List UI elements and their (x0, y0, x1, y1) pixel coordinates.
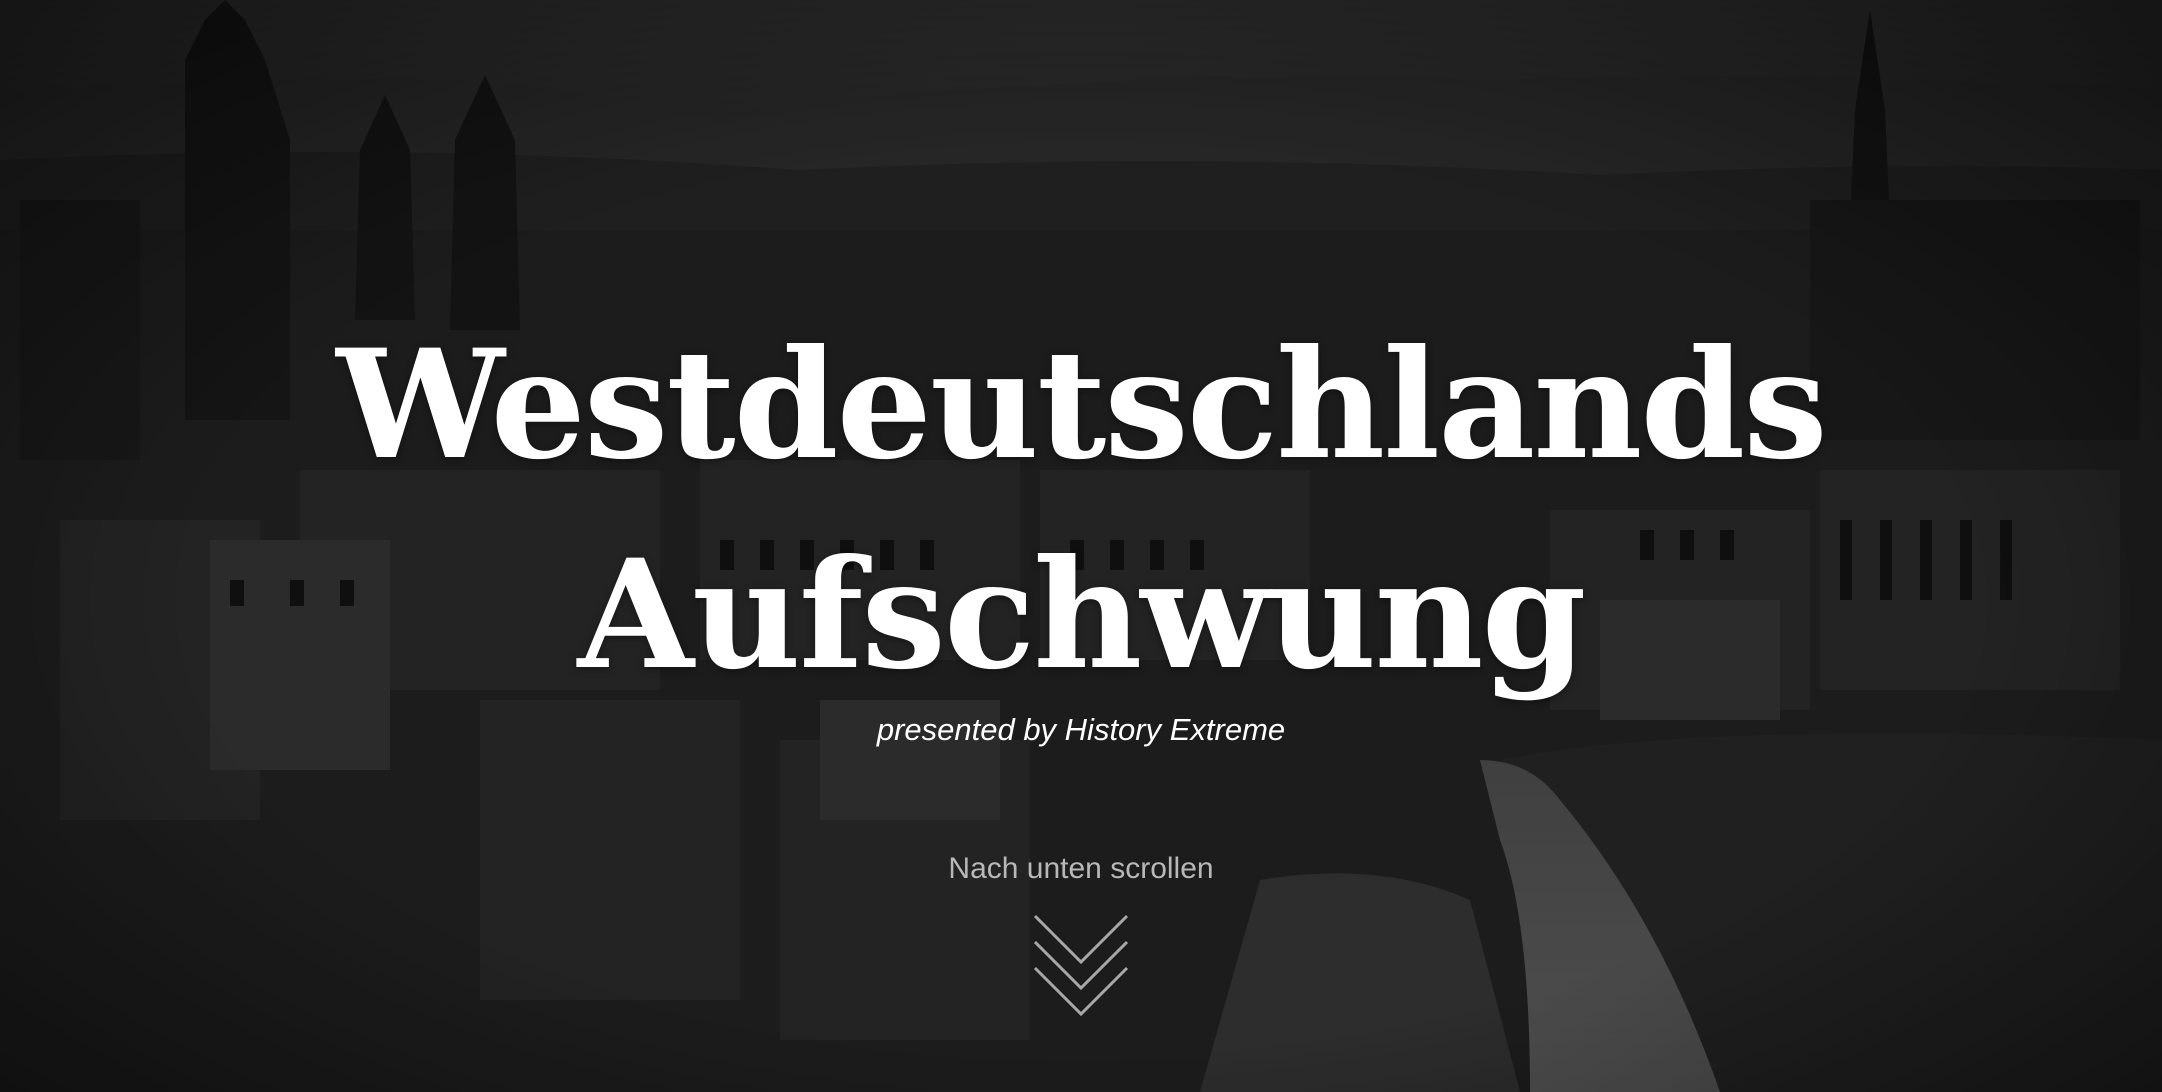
title-line-2: Aufschwung (577, 527, 1587, 703)
page-title: Westdeutschlands Aufschwung (0, 300, 2162, 720)
hero-section: Westdeutschlands Aufschwung presented by… (0, 0, 2162, 1092)
title-line-1: Westdeutschlands (336, 317, 1827, 493)
presenter-credit: presented by History Extreme (876, 712, 1286, 747)
scroll-hint-label: Nach unten scrollen (948, 852, 1214, 885)
double-chevron-down-icon[interactable] (1031, 912, 1131, 1032)
